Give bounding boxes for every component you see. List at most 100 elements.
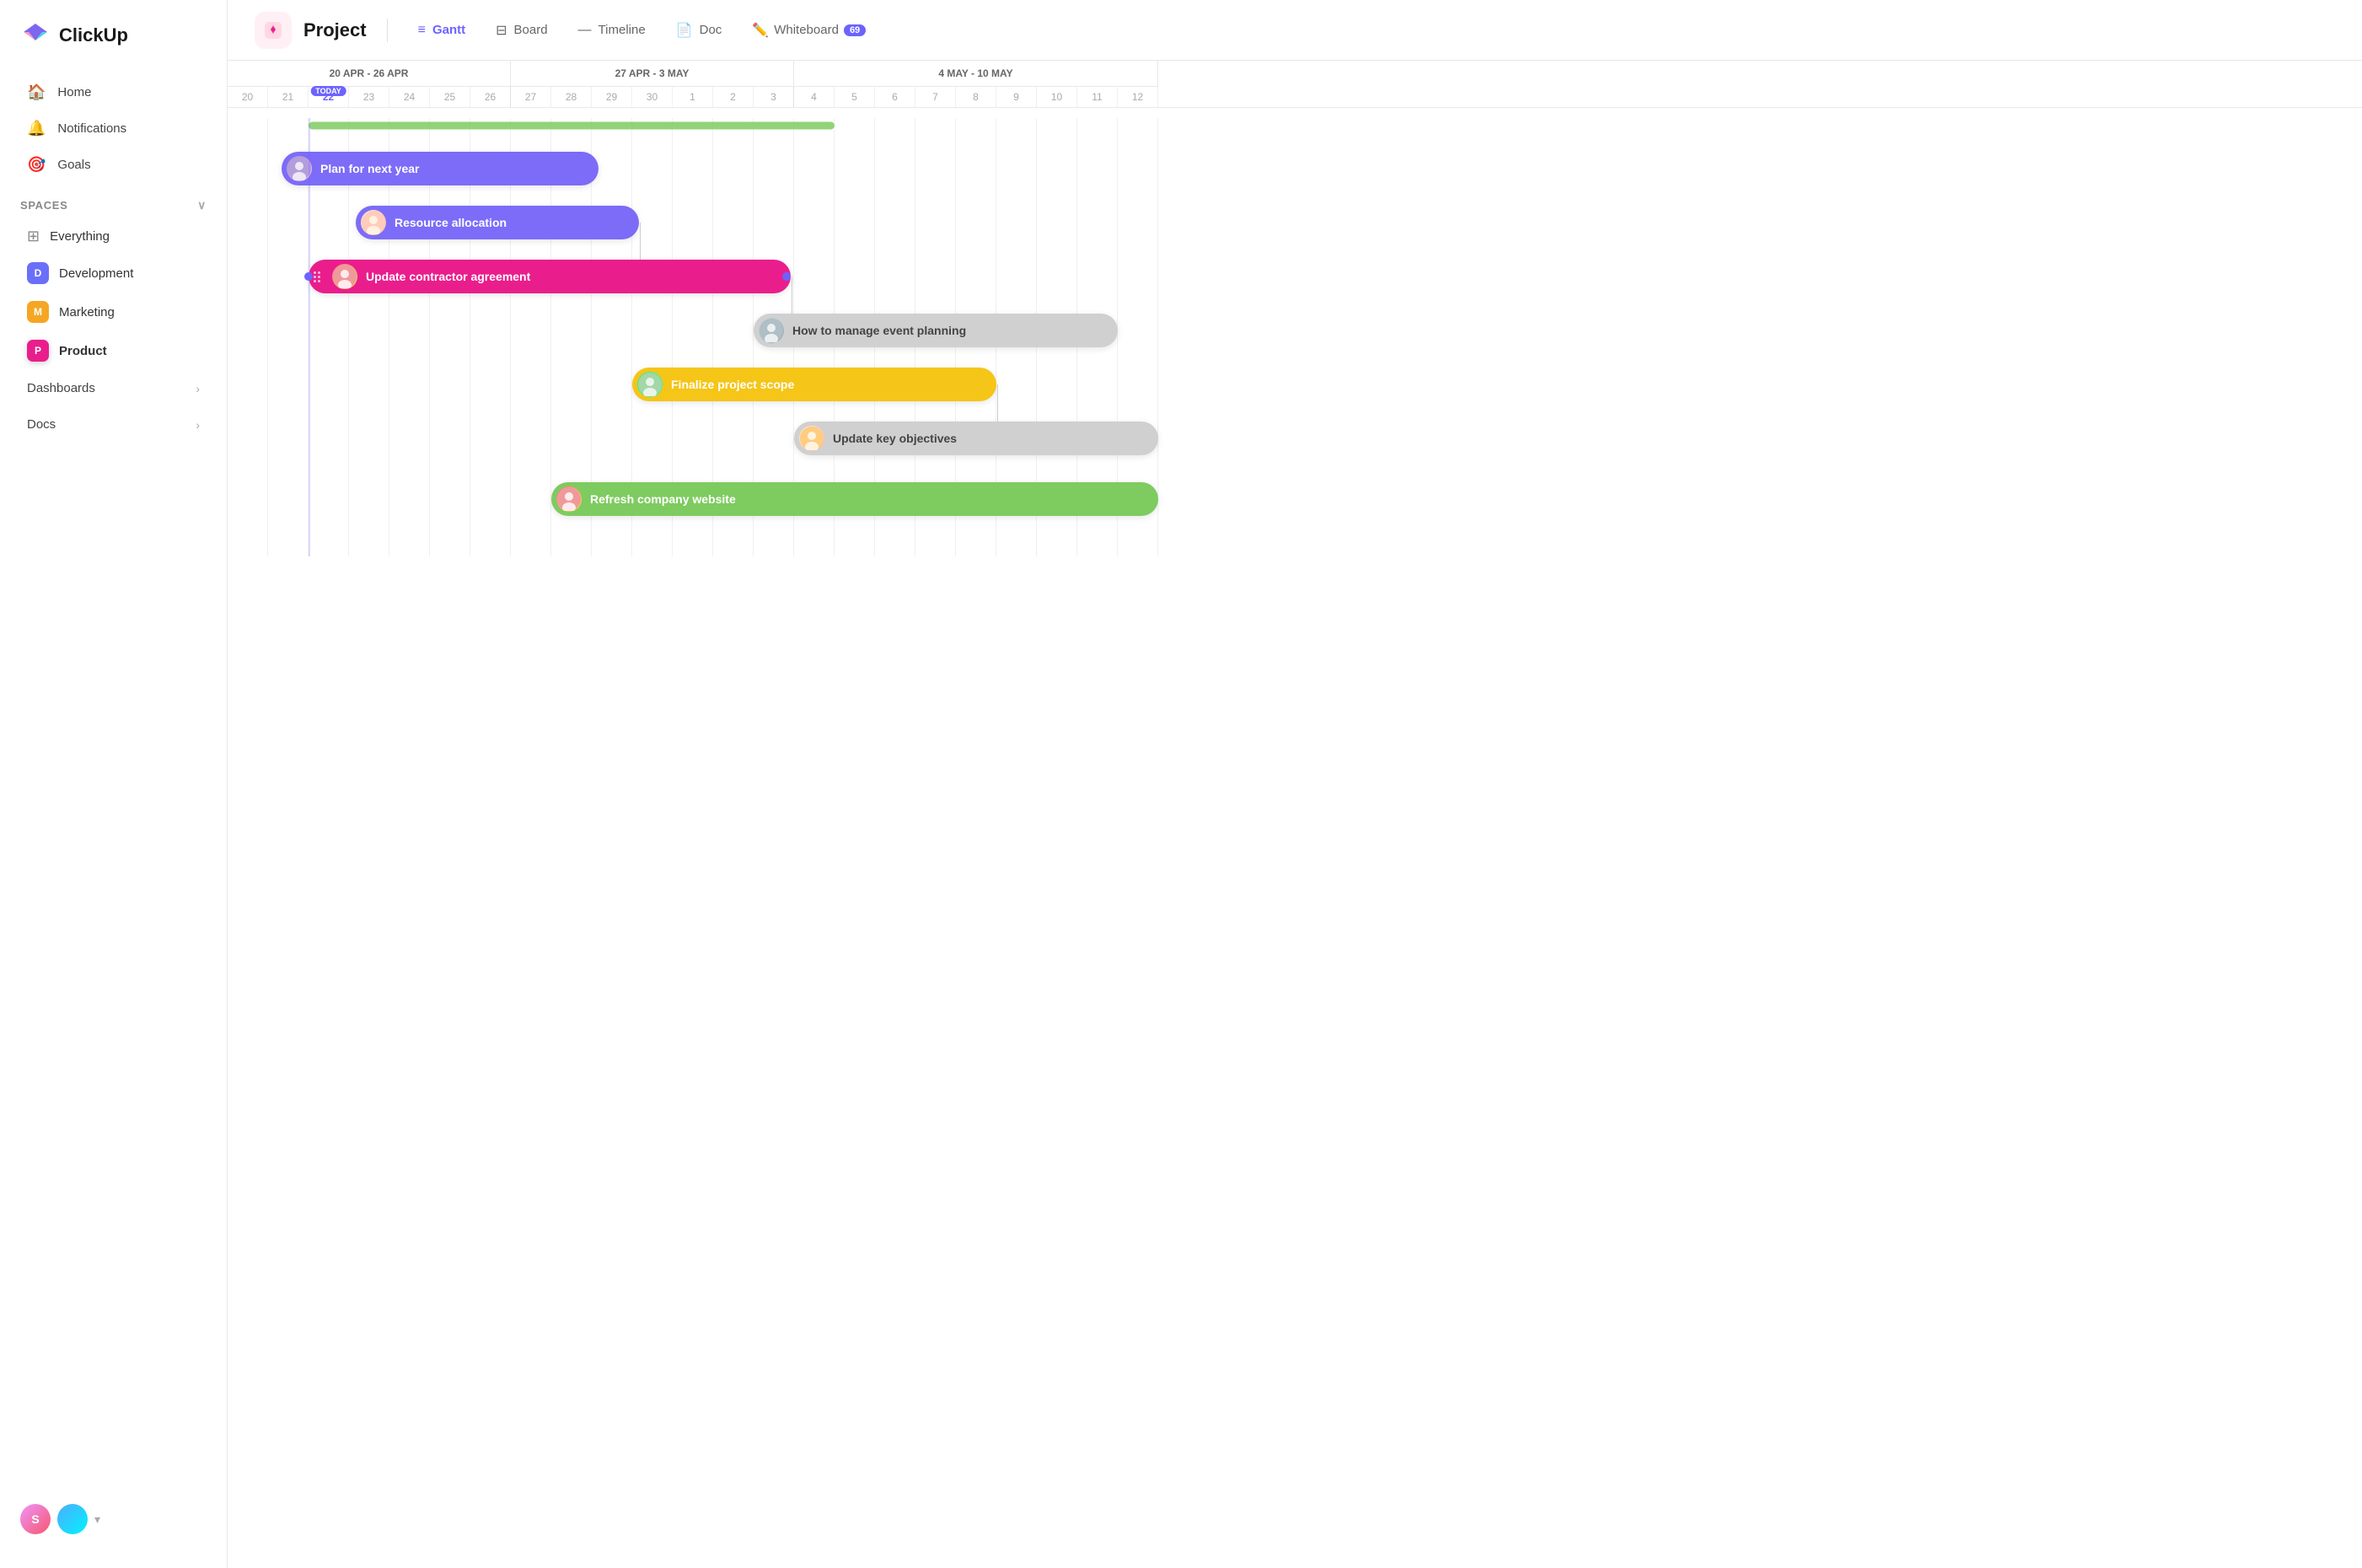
day-22-today: TODAY 22 [309,87,349,107]
clickup-logo-icon [20,20,51,51]
development-label: Development [59,266,133,281]
task-row-contractor: Update contractor agreement [228,250,2362,303]
avatar-finalize [637,372,663,397]
main-area: Project ≡ Gantt ⊟ Board — Timeline 📄 Doc… [228,0,2362,1568]
day-12: 12 [1118,87,1158,107]
home-icon: 🏠 [27,83,46,101]
project-icon-wrap [255,12,292,49]
notifications-label: Notifications [57,121,126,136]
right-handle-contractor[interactable] [782,272,791,281]
day-9: 9 [996,87,1037,107]
day-3: 3 [754,87,794,107]
topbar: Project ≡ Gantt ⊟ Board — Timeline 📄 Doc… [228,0,2362,61]
progress-bar-wrap [228,118,2362,133]
day-2: 2 [713,87,754,107]
day-10: 10 [1037,87,1077,107]
sidebar-item-development[interactable]: D Development [7,255,220,292]
tab-nav: ≡ Gantt ⊟ Board — Timeline 📄 Doc ✏️ Whit… [405,15,880,46]
tab-gantt[interactable]: ≡ Gantt [405,16,480,45]
whiteboard-icon: ✏️ [752,22,769,39]
task-bar-finalize[interactable]: Finalize project scope [632,368,996,401]
user-avatar-2[interactable] [57,1504,88,1534]
week-3-days: 4 5 6 7 8 9 10 11 12 [794,87,1158,107]
sidebar-item-goals[interactable]: 🎯 Goals [7,148,220,182]
sidebar: ClickUp 🏠 Home 🔔 Notifications 🎯 Goals S… [0,0,228,1568]
sidebar-item-marketing[interactable]: M Marketing [7,293,220,330]
task-bar-event-planning[interactable]: How to manage event planning [754,314,1118,347]
tab-timeline[interactable]: — Timeline [565,16,659,45]
task-row-event-planning: How to manage event planning [228,303,2362,357]
spaces-header: Spaces ∨ [0,183,227,219]
drag-handle-contractor [314,271,320,282]
avatar-website [556,486,582,512]
task-bar-contractor[interactable]: Update contractor agreement [309,260,791,293]
sidebar-bottom: S ▾ [0,1490,227,1548]
task-label-finalize: Finalize project scope [671,378,794,391]
development-badge: D [27,262,49,284]
today-badge: TODAY [310,86,346,96]
sidebar-item-notifications[interactable]: 🔔 Notifications [7,111,220,146]
task-row-finalize: Finalize project scope [228,357,2362,411]
day-21: 21 [268,87,309,107]
gantt-inner: 20 APR - 26 APR 20 21 TODAY 22 23 24 25 … [228,61,2362,556]
week-1-label: 20 APR - 26 APR [228,61,511,87]
task-bar-resource-allocation[interactable]: Resource allocation [356,206,639,239]
task-label-contractor: Update contractor agreement [366,270,530,283]
product-label: Product [59,344,107,358]
week-2-label: 27 APR - 3 MAY [511,61,794,87]
task-row-key-objectives: Update key objectives [228,411,2362,465]
gantt-scroll[interactable]: 20 APR - 26 APR 20 21 TODAY 22 23 24 25 … [228,61,2362,556]
everything-label: Everything [50,229,110,244]
day-23: 23 [349,87,389,107]
week-2-header: 27 APR - 3 MAY 27 28 29 30 1 2 3 [511,61,794,107]
week-3-label: 4 MAY - 10 MAY [794,61,1158,87]
gantt-body: Plan for next year Resource allocation [228,118,2362,556]
task-row-resource-allocation: Resource allocation [228,196,2362,250]
tab-doc[interactable]: 📄 Doc [663,15,736,46]
task-bar-website[interactable]: Refresh company website [551,482,1158,516]
week-1-header: 20 APR - 26 APR 20 21 TODAY 22 23 24 25 … [228,61,511,107]
everything-icon: ⊞ [27,228,40,245]
day-6: 6 [875,87,915,107]
avatar-key-objectives [799,426,824,451]
task-label-website: Refresh company website [590,492,736,506]
day-8: 8 [956,87,996,107]
task-bar-plan-next-year[interactable]: Plan for next year [282,152,599,185]
week-2-days: 27 28 29 30 1 2 3 [511,87,794,107]
day-27: 27 [511,87,551,107]
day-25: 25 [430,87,470,107]
timeline-icon: — [578,23,592,38]
tab-whiteboard[interactable]: ✏️ Whiteboard 69 [738,15,879,46]
task-label-event-planning: How to manage event planning [792,324,966,337]
doc-icon: 📄 [676,22,693,39]
bell-icon: 🔔 [27,120,46,137]
day-11: 11 [1077,87,1118,107]
left-handle-contractor[interactable] [304,272,313,281]
board-icon: ⊟ [496,22,507,39]
chevron-down-icon[interactable]: ∨ [197,198,207,212]
product-badge: P [27,340,49,362]
divider [387,19,388,42]
avatar-dropdown-icon[interactable]: ▾ [94,1512,100,1527]
user-avatar-s[interactable]: S [20,1504,51,1534]
sidebar-item-docs[interactable]: Docs › [7,407,220,442]
marketing-badge: M [27,301,49,323]
goals-label: Goals [57,158,90,172]
sidebar-item-everything[interactable]: ⊞ Everything [7,220,220,253]
task-bar-key-objectives[interactable]: Update key objectives [794,422,1158,455]
goals-icon: 🎯 [27,156,46,174]
day-29: 29 [592,87,632,107]
task-row-website: Refresh company website [228,472,2362,526]
sidebar-item-dashboards[interactable]: Dashboards › [7,371,220,405]
tab-board[interactable]: ⊟ Board [482,15,561,46]
avatar-contractor [332,264,357,289]
home-label: Home [57,85,91,99]
logo-area: ClickUp [0,20,227,74]
day-20: 20 [228,87,268,107]
sidebar-item-home[interactable]: 🏠 Home [7,75,220,110]
sidebar-item-product[interactable]: P Product [7,332,220,369]
task-label-resource-allocation: Resource allocation [395,216,507,229]
task-label-plan-next-year: Plan for next year [320,162,420,175]
project-icon [262,19,284,41]
day-4: 4 [794,87,835,107]
